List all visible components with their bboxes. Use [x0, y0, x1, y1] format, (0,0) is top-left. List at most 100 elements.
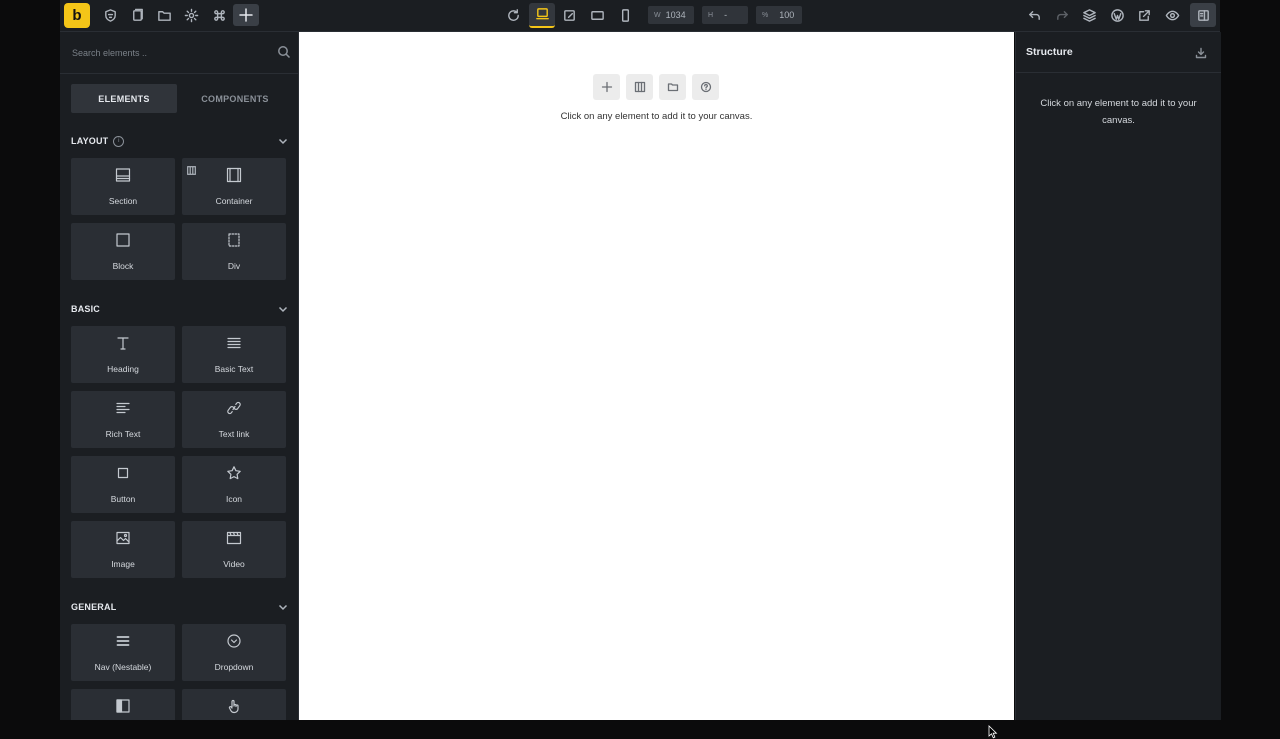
- element-block[interactable]: Block: [71, 223, 175, 280]
- plus-icon: [239, 8, 253, 22]
- wordpress-icon[interactable]: [1106, 4, 1128, 26]
- info-icon[interactable]: i: [113, 135, 125, 147]
- folder-icon[interactable]: [153, 4, 175, 26]
- width-value[interactable]: 1034: [666, 10, 692, 20]
- canvas-hint: Click on any element to add it to your c…: [560, 111, 753, 122]
- structure-panel: Structure Click on any element to add it…: [1015, 32, 1221, 720]
- search-input[interactable]: [70, 44, 274, 62]
- structure-hint: Click on any element to add it to your c…: [1040, 98, 1197, 126]
- element-rich-text[interactable]: Rich Text: [71, 391, 175, 448]
- download-icon[interactable]: [1195, 46, 1207, 59]
- element-label: Section: [108, 196, 138, 206]
- mobile-icon[interactable]: [614, 4, 636, 26]
- command-icon[interactable]: [208, 4, 230, 26]
- folder-icon: [667, 83, 678, 92]
- section-title: LAYOUT: [71, 136, 109, 146]
- canvas-columns-button[interactable]: [626, 74, 653, 100]
- element-video[interactable]: Video: [182, 521, 286, 578]
- width-field[interactable]: W 1034: [648, 6, 694, 24]
- tab-components[interactable]: COMPONENTS: [182, 84, 288, 113]
- refresh-icon[interactable]: [502, 4, 524, 26]
- element-offcanvas[interactable]: [71, 689, 175, 720]
- zoom-value[interactable]: 100: [773, 10, 800, 20]
- edit-page-icon[interactable]: [558, 4, 580, 26]
- element-label: Image: [111, 559, 135, 569]
- eye-icon[interactable]: [1161, 4, 1183, 26]
- element-dropdown[interactable]: Dropdown: [182, 624, 286, 681]
- section-header-basic[interactable]: BASIC: [71, 302, 289, 316]
- rich-text-icon: [115, 400, 131, 416]
- panel-icon: [1197, 9, 1209, 21]
- heading-icon: [115, 335, 131, 351]
- canvas-folder-button[interactable]: [659, 74, 686, 100]
- external-link-icon[interactable]: [1133, 4, 1155, 26]
- pages-icon[interactable]: [126, 4, 148, 26]
- zoom-label: %: [762, 11, 769, 19]
- chevron-down-icon[interactable]: [277, 135, 289, 147]
- columns-icon[interactable]: [187, 162, 196, 175]
- element-label: Text link: [218, 429, 250, 439]
- element-label: Block: [112, 261, 134, 271]
- app-logo[interactable]: b: [64, 3, 90, 28]
- tablet-landscape-icon[interactable]: [586, 4, 608, 26]
- element-nav-nestable[interactable]: Nav (Nestable): [71, 624, 175, 681]
- chevron-down-icon[interactable]: [277, 303, 289, 315]
- block-icon: [115, 232, 131, 248]
- button-icon: [115, 465, 131, 481]
- star-icon: [226, 465, 242, 481]
- panel-toggle-button[interactable]: [1190, 3, 1216, 27]
- logo-letter: b: [72, 7, 82, 24]
- layers-icon[interactable]: [1078, 4, 1100, 26]
- height-label: H: [708, 11, 714, 19]
- desktop-breakpoint-button[interactable]: [529, 3, 555, 28]
- pointer-icon: [226, 698, 242, 714]
- shield-icon[interactable]: [99, 4, 121, 26]
- settings-icon[interactable]: [180, 4, 202, 26]
- video-icon: [226, 530, 242, 546]
- element-label: Nav (Nestable): [94, 662, 152, 672]
- element-basic-text[interactable]: Basic Text: [182, 326, 286, 383]
- canvas-add-button[interactable]: [593, 74, 620, 100]
- desktop-icon: [535, 8, 549, 20]
- tab-elements[interactable]: ELEMENTS: [71, 84, 177, 113]
- section-header-general[interactable]: GENERAL: [71, 600, 289, 614]
- element-icon[interactable]: Icon: [182, 456, 286, 513]
- element-image[interactable]: Image: [71, 521, 175, 578]
- element-label: Video: [223, 559, 245, 569]
- element-label: Icon: [225, 494, 243, 504]
- element-section[interactable]: Section: [71, 158, 175, 215]
- top-toolbar: b W 1034 H - % 100: [60, 0, 1220, 32]
- zoom-field[interactable]: % 100: [756, 6, 802, 24]
- element-label: Basic Text: [214, 364, 254, 374]
- height-field[interactable]: H -: [702, 6, 748, 24]
- image-icon: [115, 530, 131, 546]
- height-value[interactable]: -: [718, 10, 733, 20]
- section-header-layout[interactable]: LAYOUT i: [71, 134, 289, 148]
- div-icon: [226, 232, 242, 248]
- element-label: Container: [215, 196, 253, 206]
- add-element-button[interactable]: [233, 4, 259, 26]
- element-div[interactable]: Div: [182, 223, 286, 280]
- section-icon: [115, 167, 131, 183]
- section-title: BASIC: [71, 304, 101, 314]
- divider: [1016, 72, 1221, 73]
- undo-icon[interactable]: [1023, 4, 1045, 26]
- width-label: W: [654, 11, 661, 19]
- search-icon[interactable]: [277, 45, 291, 59]
- elements-panel: ELEMENTS COMPONENTS LAYOUT i Section Con…: [60, 32, 299, 720]
- element-heading[interactable]: Heading: [71, 326, 175, 383]
- offcanvas-icon: [115, 698, 131, 714]
- element-label: Rich Text: [105, 429, 141, 439]
- element-button[interactable]: Button: [71, 456, 175, 513]
- search-row: [60, 32, 298, 74]
- redo-icon[interactable]: [1051, 4, 1073, 26]
- element-pointer[interactable]: [182, 689, 286, 720]
- link-icon: [226, 400, 242, 416]
- dropdown-icon: [226, 633, 242, 649]
- builder-canvas[interactable]: Click on any element to add it to your c…: [299, 32, 1014, 739]
- nav-icon: [115, 633, 131, 649]
- element-text-link[interactable]: Text link: [182, 391, 286, 448]
- element-container[interactable]: Container: [182, 158, 286, 215]
- canvas-help-button[interactable]: [692, 74, 719, 100]
- chevron-down-icon[interactable]: [277, 601, 289, 613]
